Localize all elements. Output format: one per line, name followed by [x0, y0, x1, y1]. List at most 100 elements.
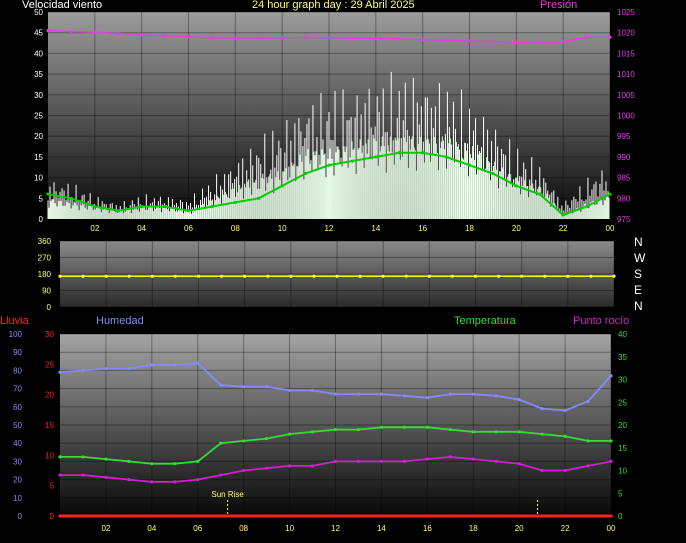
wind-average-point-13: [350, 159, 355, 163]
temperature-y-tick-5: 5: [618, 489, 623, 498]
humidity-point-23: [586, 399, 590, 403]
wind-average-point-10: [280, 184, 284, 188]
weather-charts-svg: 0510152025303540455097598098599099510001…: [9, 8, 636, 533]
wind-average-point-8: [233, 200, 237, 205]
rain-y-tick-20: 20: [45, 391, 54, 400]
dewpoint-point-4: [150, 480, 154, 484]
rain-point-6: [196, 514, 200, 518]
pressure-point-3: [116, 31, 120, 36]
direction-point-18: [473, 274, 478, 278]
pressure-point-7: [210, 36, 214, 40]
temperature-point-7: [219, 441, 223, 445]
pressure-point-21: [538, 41, 542, 45]
wind-average-point-6: [186, 209, 191, 213]
rain-point-11: [310, 514, 315, 518]
temperature-point-19: [494, 430, 498, 434]
direction-point-8: [243, 274, 247, 278]
humidity-y-tick-10: 10: [13, 494, 22, 503]
direction-y-tick-0: 0: [47, 303, 52, 312]
humidity-y-tick-100: 100: [9, 330, 23, 339]
direction-point-1: [81, 274, 85, 278]
humidity-y-tick-90: 90: [13, 348, 22, 357]
pressure-point-16: [421, 38, 425, 42]
humidity-point-21: [540, 407, 544, 411]
pressure-point-20: [514, 40, 518, 44]
pressure-point-13: [350, 36, 355, 40]
humidity-point-3: [127, 366, 131, 371]
temperature-point-9: [265, 437, 269, 441]
wind-x-tick-00: 00: [606, 224, 615, 233]
wind-y-tick-30: 30: [34, 91, 43, 100]
direction-point-7: [219, 274, 224, 278]
humidity-y-tick-0: 0: [18, 512, 23, 521]
wind-average-point-11: [303, 171, 308, 176]
humidity-y-tick-50: 50: [13, 421, 22, 430]
temperature-point-2: [104, 457, 108, 461]
rain-point-17: [448, 514, 452, 518]
humidity-point-18: [471, 392, 475, 396]
pressure-point-5: [163, 33, 167, 38]
humidity-point-11: [310, 388, 315, 393]
humidity-point-4: [150, 363, 154, 367]
pressure-point-2: [93, 30, 97, 34]
direction-point-13: [358, 274, 362, 278]
direction-point-2: [104, 274, 108, 278]
humidity-temp-x-tick-08: 08: [239, 524, 248, 533]
wind-average-point-16: [421, 151, 425, 155]
wind-average-point-17: [444, 155, 448, 159]
wind-average-point-7: [210, 204, 214, 209]
pressure-point-12: [327, 36, 331, 40]
wind-y-tick-50: 50: [34, 8, 43, 17]
rain-point-24: [609, 514, 613, 518]
wind-y-tick-20: 20: [34, 132, 43, 141]
pressure-point-23: [584, 35, 589, 39]
direction-y-tick-360: 360: [38, 237, 52, 246]
humidity-point-1: [81, 368, 85, 372]
humidity-point-16: [425, 396, 429, 400]
temperature-y-tick-25: 25: [618, 398, 627, 407]
humidity-y-tick-80: 80: [13, 366, 22, 375]
rain-y-tick-15: 15: [45, 421, 54, 430]
direction-point-12: [335, 274, 339, 278]
pressure-point-9: [257, 36, 261, 40]
wind-y-tick-10: 10: [34, 174, 43, 183]
rain-point-3: [127, 514, 131, 518]
dewpoint-point-9: [265, 466, 269, 470]
rain-point-4: [150, 514, 154, 518]
wind-average-point-19: [491, 171, 495, 176]
pressure-y-tick-1005: 1005: [617, 91, 635, 100]
rain-point-16: [425, 514, 429, 518]
rain-point-10: [287, 514, 292, 518]
rain-point-9: [265, 514, 269, 518]
humidity-point-17: [448, 392, 452, 396]
humidity-temp-x-tick-14: 14: [377, 524, 386, 533]
humidity-point-13: [356, 392, 361, 396]
temperature-point-21: [540, 432, 544, 436]
humidity-point-6: [196, 361, 200, 365]
humidity-point-22: [563, 408, 567, 413]
wind-x-tick-02: 02: [90, 224, 99, 233]
temperature-point-5: [173, 462, 177, 466]
rain-point-1: [81, 514, 85, 518]
humidity-y-tick-70: 70: [13, 385, 22, 394]
rain-point-5: [173, 514, 177, 518]
humidity-temp-x-tick-12: 12: [331, 524, 340, 533]
temperature-point-16: [425, 425, 429, 429]
dewpoint-point-1: [81, 473, 85, 477]
humidity-point-10: [287, 388, 292, 393]
wind-x-tick-22: 22: [559, 224, 568, 233]
wind-x-tick-08: 08: [231, 224, 240, 233]
direction-point-10: [289, 274, 293, 278]
wind-y-tick-5: 5: [39, 194, 44, 203]
dewpoint-point-16: [425, 457, 429, 461]
direction-point-0: [58, 274, 62, 278]
direction-point-21: [543, 274, 547, 278]
weather-graph-window: Velocidad viento 24 hour graph day : 29 …: [0, 0, 686, 543]
dewpoint-point-23: [586, 464, 590, 468]
temperature-point-1: [81, 455, 85, 459]
direction-point-15: [404, 274, 408, 278]
humidity-temp-x-tick-06: 06: [193, 524, 202, 533]
humidity-point-15: [402, 394, 406, 398]
humidity-y-tick-40: 40: [13, 439, 22, 448]
wind-average-point-12: [327, 163, 331, 167]
